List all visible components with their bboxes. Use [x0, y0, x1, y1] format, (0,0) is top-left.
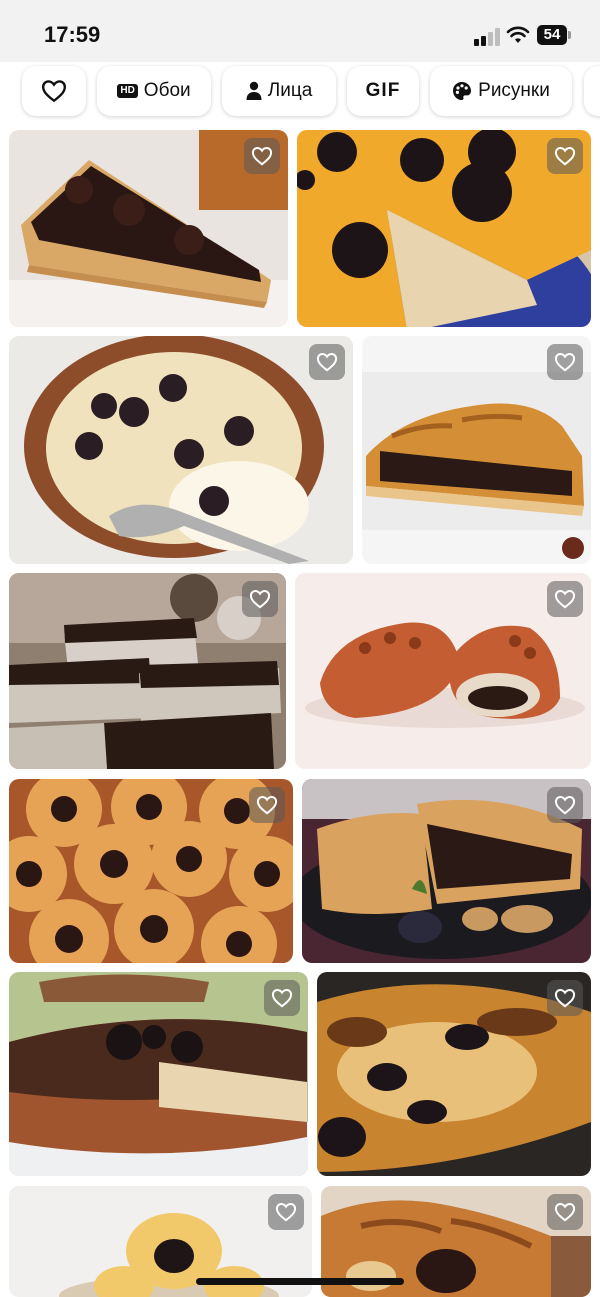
favorite-button[interactable]	[244, 138, 280, 174]
hd-badge: HD	[117, 84, 138, 98]
heart-icon	[256, 795, 278, 815]
heart-icon	[249, 589, 271, 609]
heart-icon	[554, 589, 576, 609]
wallpapers-chip-label: Обои	[143, 80, 191, 101]
battery-tip	[568, 31, 571, 39]
cellular-signal-icon	[474, 28, 500, 46]
image-clafoutis	[9, 336, 353, 564]
heart-icon	[554, 352, 576, 372]
heart-icon	[554, 988, 576, 1008]
image-tile[interactable]	[302, 779, 591, 963]
heart-icon	[554, 795, 576, 815]
image-tile[interactable]	[9, 336, 353, 564]
favorite-button[interactable]	[547, 1194, 583, 1230]
heart-icon	[316, 352, 338, 372]
heart-icon	[271, 988, 293, 1008]
image-tile[interactable]	[295, 573, 591, 769]
drawings-chip-label: Рисунки	[478, 80, 550, 101]
favorite-button[interactable]	[547, 581, 583, 617]
image-tile[interactable]	[9, 573, 286, 769]
more-chip[interactable]	[584, 66, 600, 116]
wifi-icon	[506, 26, 530, 43]
heart-icon	[554, 146, 576, 166]
home-indicator[interactable]	[196, 1278, 404, 1285]
category-chips: HD Обои Лица GIF Рисунки	[0, 62, 600, 122]
favorite-button[interactable]	[547, 787, 583, 823]
heart-icon	[251, 146, 273, 166]
status-time: 17:59	[44, 22, 101, 47]
person-icon	[246, 81, 262, 100]
favorite-button[interactable]	[547, 344, 583, 380]
heart-icon	[275, 1202, 297, 1222]
image-tile[interactable]	[9, 972, 308, 1176]
battery-icon: 54	[537, 25, 567, 45]
wallpapers-chip[interactable]: HD Обои	[97, 66, 211, 116]
gif-chip-label: GIF	[365, 80, 401, 101]
favorite-button[interactable]	[264, 980, 300, 1016]
image-tile[interactable]	[297, 130, 591, 327]
favorite-button[interactable]	[547, 980, 583, 1016]
status-bar: 17:59 54	[0, 0, 600, 70]
heart-icon	[41, 80, 67, 103]
image-tile[interactable]	[9, 130, 288, 327]
palette-icon	[453, 82, 472, 100]
favorite-button[interactable]	[547, 138, 583, 174]
image-tile[interactable]	[362, 336, 591, 564]
heart-icon	[554, 1202, 576, 1222]
favorite-button[interactable]	[242, 581, 278, 617]
favorite-button[interactable]	[249, 787, 285, 823]
faces-chip-label: Лица	[267, 80, 313, 101]
image-tile[interactable]	[317, 972, 591, 1176]
favorite-button[interactable]	[309, 344, 345, 380]
image-tile[interactable]	[9, 779, 293, 963]
faces-chip[interactable]: Лица	[222, 66, 336, 116]
favorite-button[interactable]	[268, 1194, 304, 1230]
gif-chip[interactable]: GIF	[347, 66, 419, 116]
favorites-chip[interactable]	[22, 66, 86, 116]
drawings-chip[interactable]: Рисунки	[430, 66, 572, 116]
